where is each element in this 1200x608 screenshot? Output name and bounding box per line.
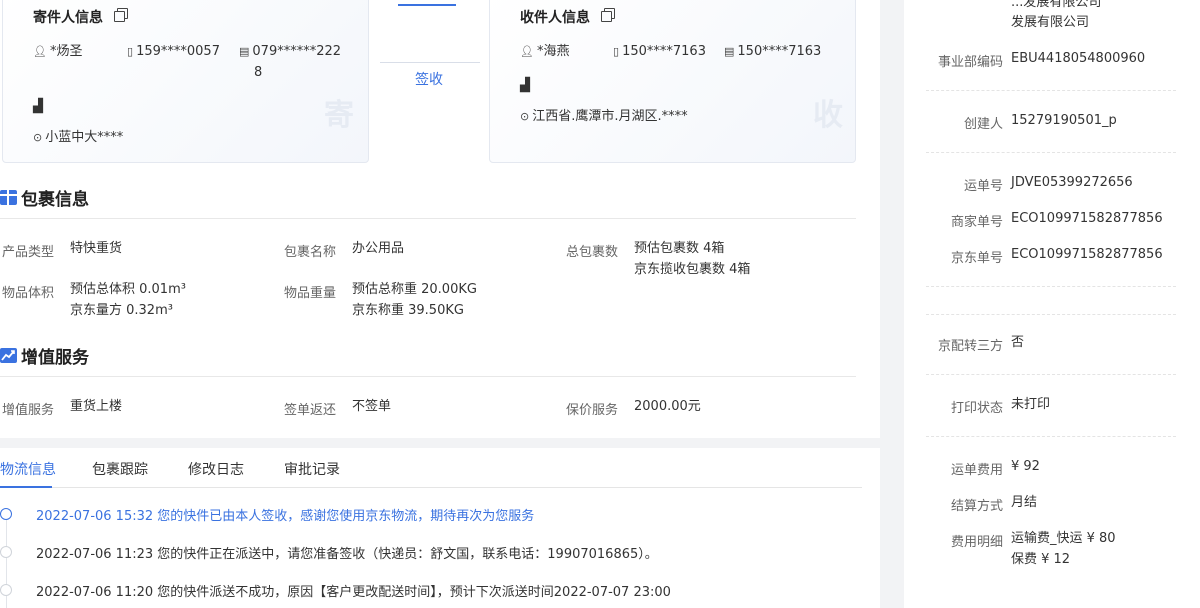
location-icon: ⊙ [520, 110, 530, 123]
phone-icon: ▤ [724, 45, 735, 58]
divider [926, 374, 1176, 375]
settlement-label: 结算方式 [950, 499, 1003, 514]
mobile-icon: ▯ [127, 45, 134, 58]
service-value: 重货上楼 [70, 399, 123, 414]
package-name-value: 办公用品 [352, 241, 405, 256]
sign-status-bar [398, 4, 456, 6]
product-type-label: 产品类型 [2, 245, 55, 260]
sender-title: 寄件人信息 [33, 10, 103, 26]
building-icon: ▟ [33, 99, 43, 114]
value-added-section-title: 增值服务 [0, 343, 89, 368]
order-detail-panel: ...发展有限公司 发展有限公司 事业部编码 EBU4418054800960 … [904, 0, 1200, 608]
total-package-value: 预估包裹数 4箱 京东揽收包裹数 4箱 [634, 241, 751, 277]
tab-bar: 物流信息 包裹跟踪 修改日志 审批记录 [0, 448, 862, 488]
receiver-name: 👤︎ *海燕 [520, 41, 569, 62]
timeline-dot [0, 546, 12, 558]
return-value: 不签单 [352, 399, 392, 414]
receiver-title: 收件人信息 [520, 10, 590, 26]
receiver-watermark: 收 [813, 98, 843, 133]
divider [926, 286, 1176, 287]
copy-icon[interactable] [601, 8, 615, 22]
section-separator [0, 438, 880, 448]
print-status-value: 未打印 [1011, 397, 1051, 412]
print-status-label: 打印状态 [950, 401, 1003, 416]
weight-label: 物品重量 [284, 286, 337, 301]
jd-no-label: 京东单号 [950, 251, 1003, 266]
sign-status: 签收 [378, 0, 480, 140]
bu-code-label: 事业部编码 [937, 55, 1003, 70]
service-label: 增值服务 [2, 403, 55, 418]
location-icon: ⊙ [33, 131, 43, 144]
building-icon: ▟ [520, 78, 530, 93]
company-name: 发展有限公司 [1011, 15, 1090, 30]
receiver-phone: ▤ 150****7163 [724, 41, 821, 62]
timeline-item: 2022-07-06 11:20 您的快件派送不成功，原因【客户更改配送时间】，… [0, 578, 862, 600]
insurance-label: 保价服务 [566, 403, 619, 418]
package-name-label: 包裹名称 [284, 245, 337, 260]
divider [926, 152, 1176, 153]
trend-icon [0, 348, 17, 363]
divider [926, 90, 1176, 91]
sender-phone: ▤ 079******222 8 [239, 41, 341, 83]
return-label: 签单返还 [284, 403, 337, 418]
package-section-title: 包裹信息 [0, 185, 89, 210]
timeline-dot [0, 584, 12, 596]
waybill-label: 运单号 [963, 179, 1003, 194]
sender-name: 👤︎ *炀圣 [33, 41, 82, 62]
divider [926, 436, 1176, 437]
timeline-text: 2022-07-06 15:32 您的快件已由本人签收，感谢您使用京东物流，期待… [36, 509, 535, 524]
timeline-text: 2022-07-06 11:20 您的快件派送不成功，原因【客户更改配送时间】，… [36, 585, 671, 600]
timeline-text: 2022-07-06 11:23 您的快件正在派送中，请您准备签收（快递员：舒文… [36, 547, 658, 562]
tab-package-tracking[interactable]: 包裹跟踪 [92, 459, 148, 479]
total-package-label: 总包裹数 [566, 245, 619, 260]
merchant-no-label: 商家单号 [950, 215, 1003, 230]
third-party-value: 否 [1011, 335, 1025, 350]
fee-detail-label: 费用明细 [950, 535, 1003, 550]
gift-icon [0, 190, 17, 205]
sender-card: 寄件人信息 👤︎ *炀圣 ▯ 159****0057 ▤ 079******222 8… [2, 0, 369, 163]
bu-code-value: EBU4418054800960 [1011, 51, 1146, 66]
package-divider [0, 218, 856, 219]
fee-detail-value: 运输费_快运 ¥ 80 保费 ¥ 12 [1011, 531, 1116, 567]
timeline-item: 2022-07-06 11:23 您的快件正在派送中，请您准备签收（快递员：舒文… [0, 540, 862, 562]
sender-mobile: ▯ 159****0057 [127, 41, 220, 62]
phone-icon: ▤ [239, 45, 250, 58]
sender-watermark: 寄 [324, 98, 354, 133]
timeline-item: 2022-07-06 15:32 您的快件已由本人签收，感谢您使用京东物流，期待… [0, 502, 862, 524]
waybill-fee-value: ¥ 92 [1011, 459, 1040, 474]
active-tab-indicator [0, 486, 52, 488]
sender-address: ⊙ 小蓝中大**** [33, 127, 123, 148]
sign-status-line [380, 62, 480, 63]
creator-label: 创建人 [963, 117, 1003, 132]
tab-logistics-info[interactable]: 物流信息 [0, 459, 56, 479]
sign-status-label: 签收 [415, 72, 443, 88]
receiver-mobile: ▯ 150****7163 [613, 41, 706, 62]
waybill-value: JDVE05399272656 [1011, 175, 1133, 190]
insurance-value: 2000.00元 [634, 399, 701, 414]
main-content: 寄件人信息 👤︎ *炀圣 ▯ 159****0057 ▤ 079******222 8… [0, 0, 880, 608]
divider [926, 314, 1176, 315]
third-party-label: 京配转三方 [937, 339, 1003, 354]
timeline-dot-active [0, 508, 12, 520]
tab-approval-records[interactable]: 审批记录 [284, 459, 340, 479]
tab-change-log[interactable]: 修改日志 [188, 459, 244, 479]
waybill-fee-label: 运单费用 [950, 463, 1003, 478]
volume-label: 物品体积 [2, 286, 55, 301]
settlement-value: 月结 [1011, 495, 1038, 510]
weight-value: 预估总称重 20.00KG 京东称重 39.50KG [352, 282, 477, 318]
volume-value: 预估总体积 0.01m³ 京东量方 0.32m³ [70, 282, 186, 318]
merchant-no-value: ECO109971582877856 [1011, 211, 1163, 226]
receiver-card: 收件人信息 👤︎ *海燕 ▯ 150****7163 ▤ 150****7163 ▟ … [489, 0, 856, 163]
panel-gutter [880, 0, 904, 608]
receiver-address: ⊙ 江西省.鹰潭市.月湖区.**** [520, 106, 688, 127]
person-icon: 👤︎ [33, 45, 47, 58]
person-icon: 👤︎ [520, 45, 534, 58]
copy-icon[interactable] [114, 8, 128, 22]
creator-value: 15279190501_p [1011, 113, 1117, 128]
value-added-divider [0, 376, 856, 377]
mobile-icon: ▯ [613, 45, 620, 58]
jd-no-value: ECO109971582877856 [1011, 247, 1163, 262]
product-type-value: 特快重货 [70, 241, 123, 256]
